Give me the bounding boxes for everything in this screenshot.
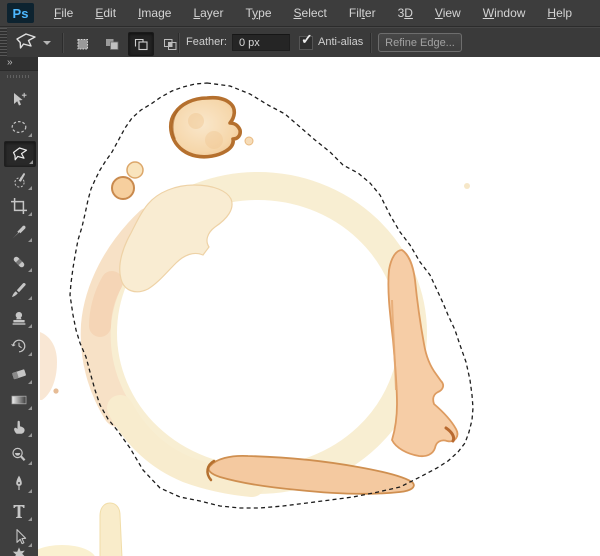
coffee-streak [99,502,123,556]
dodge-tool[interactable] [4,443,34,467]
quick-selection-icon [10,171,28,189]
photoshop-window: Ps File Edit Image Layer Type Select Filter 3D V… [0,0,600,556]
menu-item-3d[interactable]: 3D [387,1,424,26]
chevron-down-icon [43,41,51,45]
crop-tool[interactable] [4,194,34,218]
checkmark-icon: ✓ [301,31,313,47]
menu-item-help[interactable]: Help [536,1,583,26]
pen-icon [10,474,28,492]
menu-item-select[interactable]: Select [283,1,338,26]
spot-healing-brush-tool[interactable] [4,250,34,274]
custom-shape-icon [10,545,28,556]
eraser-tool[interactable] [4,362,34,386]
options-divider [62,33,64,53]
move-icon [10,91,28,109]
menu-item-edit[interactable]: Edit [84,1,127,26]
stain-speck [244,136,254,146]
brush-icon [10,281,28,299]
eraser-icon [10,365,28,383]
custom-shape-tool[interactable] [4,542,34,556]
photoshop-logo: Ps [7,3,34,23]
anti-alias-label: Anti-alias [318,36,364,48]
gradient-tool[interactable] [4,388,34,412]
coffee-drop-large [111,176,135,200]
options-divider [370,33,372,53]
brush-tool[interactable] [4,278,34,302]
elliptical-marquee-icon [10,118,28,136]
menu-bar: Ps File Edit Image Layer Type Select Filter 3D V… [0,0,600,27]
faint-stain-bottom-corner [38,545,95,556]
coffee-stain-image [38,82,474,556]
move-tool[interactable] [4,88,34,112]
new-selection-button[interactable] [70,32,96,56]
crop-icon [10,197,28,215]
polygonal-lasso-icon [14,31,38,56]
stain-speck [464,183,470,189]
type-icon [10,502,28,520]
tool-palette: » [0,57,39,556]
eyedropper-tool[interactable] [4,220,34,244]
options-bar-gripper[interactable] [0,28,7,58]
history-brush-tool[interactable] [4,334,34,358]
coffee-ring-right-segment [387,249,459,458]
menu-item-view[interactable]: View [424,1,472,26]
double-chevron-icon: » [7,57,14,68]
coffee-blotch-cluster [119,184,233,293]
menu-item-file[interactable]: File [43,1,84,26]
clone-stamp-tool[interactable] [4,306,34,330]
menu-item-type[interactable]: Type [234,1,282,26]
anti-alias-checkbox[interactable]: ✓ [299,31,313,50]
coffee-splotch [168,95,242,159]
pen-tool[interactable] [4,471,34,495]
options-divider [178,33,180,53]
menu-item-image[interactable]: Image [127,1,182,26]
spot-healing-brush-icon [10,253,28,271]
add-to-selection-button[interactable] [99,32,125,56]
selection-mode-group [70,32,183,56]
eyedropper-icon [10,223,28,241]
document-canvas[interactable] [38,57,600,556]
dodge-icon [10,446,28,464]
splotch-texture [205,131,223,149]
type-tool[interactable] [4,499,34,523]
menu-item-filter[interactable]: Filter [338,1,387,26]
subtract-from-selection-button[interactable] [128,32,154,56]
main-menu: File Edit Image Layer Type Select Filter 3D View… [43,1,583,26]
stain-speck [53,388,59,394]
tool-options-bar: Feather: ✓ Anti-alias Refine Edge... [0,27,600,60]
clone-stamp-icon [10,309,28,327]
coffee-ring-left-accent [89,271,123,337]
smudge-icon [10,418,28,436]
toolbar-gripper[interactable] [7,75,31,78]
polygonal-lasso-tool[interactable] [4,141,36,167]
history-brush-icon [10,337,28,355]
tool-preset-picker[interactable] [14,31,60,55]
elliptical-marquee-tool[interactable] [4,115,34,139]
collapse-toolbar-button[interactable]: » [0,57,38,71]
quick-selection-tool[interactable] [4,168,34,192]
gradient-icon [10,391,28,409]
polygonal-lasso-icon [11,145,29,163]
coffee-drop-small [126,161,144,179]
refine-edge-button[interactable]: Refine Edge... [378,33,462,52]
menu-item-window[interactable]: Window [472,1,537,26]
smudge-tool[interactable] [4,415,34,439]
feather-label: Feather: [186,36,227,48]
splotch-texture [188,113,204,129]
feather-input[interactable] [232,34,290,51]
menu-item-layer[interactable]: Layer [182,1,234,26]
